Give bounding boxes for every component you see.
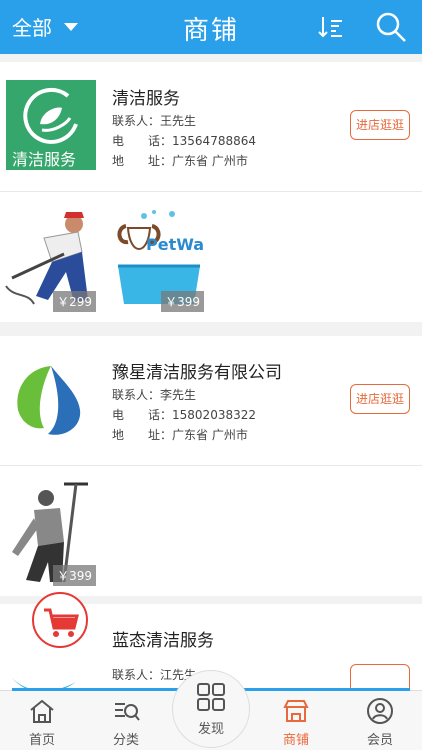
phone-label: 电 话： [112, 408, 173, 422]
address-value: 广东省 广州市 [172, 428, 248, 442]
petwash-brand: PetWash [146, 235, 204, 254]
shop-info[interactable]: 豫星清洁服务有限公司 联系人：李先生 电 话：15802038322 地 址：广… [0, 336, 422, 466]
enter-shop-button[interactable]: 进店逛逛 [350, 110, 410, 140]
top-header: 全部 商铺 [0, 0, 422, 54]
shop-logo [6, 354, 96, 444]
shop-card[interactable]: 清洁服务 清洁服务 联系人：王先生 电 话：13564788864 地 址：广东… [0, 62, 422, 322]
enter-shop-button[interactable] [350, 664, 410, 690]
contact-label: 联系人： [112, 388, 161, 402]
search-icon[interactable] [374, 10, 408, 44]
nav-member[interactable]: 会员 [350, 697, 410, 748]
nav-shop-label: 商铺 [282, 733, 309, 748]
nav-discover-label: 发现 [197, 722, 224, 737]
shop-info[interactable]: 清洁服务 清洁服务 联系人：王先生 电 话：13564788864 地 址：广东… [0, 62, 422, 192]
contact-line: 联系人：王先生 [112, 112, 196, 129]
phone-label: 电 话： [112, 134, 173, 148]
shop-card[interactable]: 豫星清洁服务有限公司 联系人：李先生 电 话：15802038322 地 址：广… [0, 336, 422, 596]
contact-value: 李先生 [160, 388, 197, 402]
category-icon [115, 703, 140, 721]
member-icon [367, 698, 393, 724]
price-tag: ￥399 [53, 565, 96, 586]
product-strip: ￥399 [0, 466, 422, 596]
contact-label: 联系人： [112, 668, 161, 682]
shop-name[interactable]: 清洁服务 [112, 84, 180, 109]
product-thumbnail[interactable]: ￥399 [4, 482, 96, 586]
shop-name[interactable]: 豫星清洁服务有限公司 [112, 358, 282, 383]
contact-label: 联系人： [112, 114, 161, 128]
address-line: 地 址：广东省 广州市 [112, 152, 248, 169]
logo-text: 清洁服务 [12, 150, 77, 169]
cart-float-button[interactable] [32, 592, 88, 648]
green-blue-drop-logo-icon [17, 366, 81, 435]
nav-category[interactable]: 分类 [96, 697, 156, 748]
sort-icon[interactable] [318, 14, 344, 40]
product-thumbnail[interactable]: ￥299 [4, 208, 96, 312]
price-tag: ￥299 [53, 291, 96, 312]
enter-shop-button[interactable]: 进店逛逛 [350, 384, 410, 414]
phone-value[interactable]: 13564788864 [172, 134, 256, 148]
price-tag: ￥399 [161, 291, 204, 312]
home-icon [30, 699, 54, 723]
product-thumbnail[interactable]: PetWash ￥399 [112, 208, 225, 312]
product-strip: ￥299 PetWash ￥399 [0, 192, 422, 322]
phone-line: 电 话：13564788864 [112, 132, 256, 149]
discover-icon [197, 683, 225, 711]
nav-category-label: 分类 [112, 733, 139, 748]
address-line: 地 址：广东省 广州市 [112, 426, 248, 443]
nav-member-label: 会员 [366, 733, 393, 748]
shop-name[interactable]: 蓝态清洁服务 [112, 626, 214, 651]
address-value: 广东省 广州市 [172, 154, 248, 168]
page-title: 商铺 [182, 16, 239, 46]
shop-icon [283, 700, 309, 722]
address-label: 地 址： [112, 154, 173, 168]
address-label: 地 址： [112, 428, 173, 442]
nav-discover[interactable]: 发现 [181, 682, 241, 737]
phone-line: 电 话：15802038322 [112, 406, 256, 423]
nav-home[interactable]: 首页 [12, 697, 72, 748]
shop-logo: 清洁服务 [6, 80, 96, 170]
cart-icon [44, 608, 79, 637]
contact-value: 王先生 [160, 114, 197, 128]
nav-shop[interactable]: 商铺 [266, 697, 326, 748]
nav-home-label: 首页 [28, 733, 55, 748]
phone-value[interactable]: 15802038322 [172, 408, 256, 422]
contact-line: 联系人：李先生 [112, 386, 196, 403]
